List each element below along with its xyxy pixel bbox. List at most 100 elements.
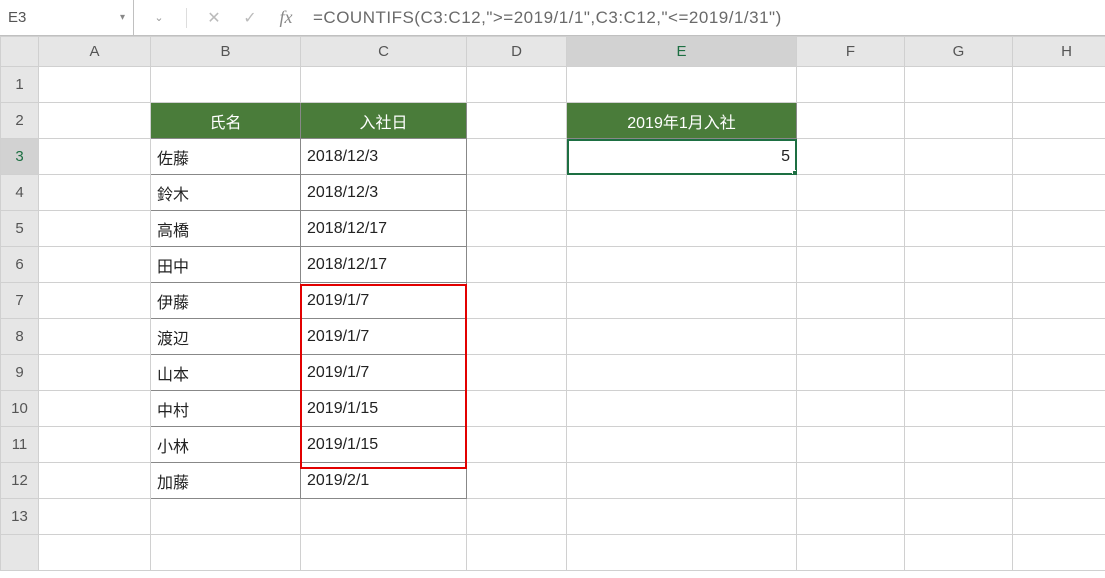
- cell-D7[interactable]: [467, 283, 567, 319]
- cell-H1[interactable]: [1013, 67, 1105, 103]
- cell-H6[interactable]: [1013, 247, 1105, 283]
- cell-D8[interactable]: [467, 319, 567, 355]
- cell-H14[interactable]: [1013, 535, 1105, 571]
- cell-G1[interactable]: [905, 67, 1013, 103]
- cell-D6[interactable]: [467, 247, 567, 283]
- cell-E5[interactable]: [567, 211, 797, 247]
- name-box[interactable]: E3 ▾: [0, 0, 134, 35]
- cell-E14[interactable]: [567, 535, 797, 571]
- cell-F8[interactable]: [797, 319, 905, 355]
- cell-C1[interactable]: [301, 67, 467, 103]
- cell-E8[interactable]: [567, 319, 797, 355]
- row-header-6[interactable]: 6: [1, 247, 39, 283]
- cell-C13[interactable]: [301, 499, 467, 535]
- col-header-H[interactable]: H: [1013, 37, 1105, 67]
- cell-F3[interactable]: [797, 139, 905, 175]
- cell-A1[interactable]: [39, 67, 151, 103]
- cell-F7[interactable]: [797, 283, 905, 319]
- cell-G14[interactable]: [905, 535, 1013, 571]
- cell-G11[interactable]: [905, 427, 1013, 463]
- fill-handle[interactable]: [792, 170, 797, 175]
- col-header-C[interactable]: C: [301, 37, 467, 67]
- cell-C8[interactable]: 2019/1/7: [301, 319, 467, 355]
- cell-B14[interactable]: [151, 535, 301, 571]
- cell-A5[interactable]: [39, 211, 151, 247]
- cell-B8[interactable]: 渡辺: [151, 319, 301, 355]
- cell-C4[interactable]: 2018/12/3: [301, 175, 467, 211]
- row-header-4[interactable]: 4: [1, 175, 39, 211]
- cell-A13[interactable]: [39, 499, 151, 535]
- cell-B1[interactable]: [151, 67, 301, 103]
- cell-F10[interactable]: [797, 391, 905, 427]
- col-header-E[interactable]: E: [567, 37, 797, 67]
- cell-C2[interactable]: 入社日: [301, 103, 467, 139]
- cell-C5[interactable]: 2018/12/17: [301, 211, 467, 247]
- row-header-3[interactable]: 3: [1, 139, 39, 175]
- row-header-11[interactable]: 11: [1, 427, 39, 463]
- cell-G7[interactable]: [905, 283, 1013, 319]
- cell-B4[interactable]: 鈴木: [151, 175, 301, 211]
- cell-D9[interactable]: [467, 355, 567, 391]
- cell-C6[interactable]: 2018/12/17: [301, 247, 467, 283]
- cell-F14[interactable]: [797, 535, 905, 571]
- cell-A14[interactable]: [39, 535, 151, 571]
- cell-B3[interactable]: 佐藤: [151, 139, 301, 175]
- cell-G2[interactable]: [905, 103, 1013, 139]
- cell-E4[interactable]: [567, 175, 797, 211]
- cell-G12[interactable]: [905, 463, 1013, 499]
- col-header-A[interactable]: A: [39, 37, 151, 67]
- cell-D11[interactable]: [467, 427, 567, 463]
- cell-G6[interactable]: [905, 247, 1013, 283]
- cell-F1[interactable]: [797, 67, 905, 103]
- cell-H2[interactable]: [1013, 103, 1105, 139]
- cell-E1[interactable]: [567, 67, 797, 103]
- enter-icon[interactable]: ✓: [239, 8, 261, 28]
- cell-B6[interactable]: 田中: [151, 247, 301, 283]
- cell-D14[interactable]: [467, 535, 567, 571]
- cell-F6[interactable]: [797, 247, 905, 283]
- formula-input[interactable]: =COUNTIFS(C3:C12,">=2019/1/1",C3:C12,"<=…: [303, 0, 1105, 35]
- cell-F4[interactable]: [797, 175, 905, 211]
- cell-F12[interactable]: [797, 463, 905, 499]
- cell-H13[interactable]: [1013, 499, 1105, 535]
- cell-B13[interactable]: [151, 499, 301, 535]
- row-header-8[interactable]: 8: [1, 319, 39, 355]
- cell-B7[interactable]: 伊藤: [151, 283, 301, 319]
- cell-H12[interactable]: [1013, 463, 1105, 499]
- col-header-G[interactable]: G: [905, 37, 1013, 67]
- cancel-icon[interactable]: ✕: [203, 8, 225, 28]
- cell-H11[interactable]: [1013, 427, 1105, 463]
- cell-B2[interactable]: 氏名: [151, 103, 301, 139]
- cell-E9[interactable]: [567, 355, 797, 391]
- cell-F9[interactable]: [797, 355, 905, 391]
- cell-H8[interactable]: [1013, 319, 1105, 355]
- row-header-5[interactable]: 5: [1, 211, 39, 247]
- cell-A9[interactable]: [39, 355, 151, 391]
- cell-C9[interactable]: 2019/1/7: [301, 355, 467, 391]
- cell-B9[interactable]: 山本: [151, 355, 301, 391]
- cell-E6[interactable]: [567, 247, 797, 283]
- cell-A7[interactable]: [39, 283, 151, 319]
- cell-C7[interactable]: 2019/1/7: [301, 283, 467, 319]
- cell-H5[interactable]: [1013, 211, 1105, 247]
- cell-F5[interactable]: [797, 211, 905, 247]
- cell-F13[interactable]: [797, 499, 905, 535]
- row-header-14[interactable]: [1, 535, 39, 571]
- cell-H7[interactable]: [1013, 283, 1105, 319]
- col-header-D[interactable]: D: [467, 37, 567, 67]
- expand-refs-icon[interactable]: ⌄: [148, 11, 170, 24]
- cell-D10[interactable]: [467, 391, 567, 427]
- cell-G3[interactable]: [905, 139, 1013, 175]
- cell-C10[interactable]: 2019/1/15: [301, 391, 467, 427]
- cell-H4[interactable]: [1013, 175, 1105, 211]
- row-header-10[interactable]: 10: [1, 391, 39, 427]
- cell-C12[interactable]: 2019/2/1: [301, 463, 467, 499]
- cell-A10[interactable]: [39, 391, 151, 427]
- cell-B5[interactable]: 高橋: [151, 211, 301, 247]
- cell-G8[interactable]: [905, 319, 1013, 355]
- cell-A12[interactable]: [39, 463, 151, 499]
- col-header-B[interactable]: B: [151, 37, 301, 67]
- cell-E7[interactable]: [567, 283, 797, 319]
- select-all-corner[interactable]: [1, 37, 39, 67]
- cell-H10[interactable]: [1013, 391, 1105, 427]
